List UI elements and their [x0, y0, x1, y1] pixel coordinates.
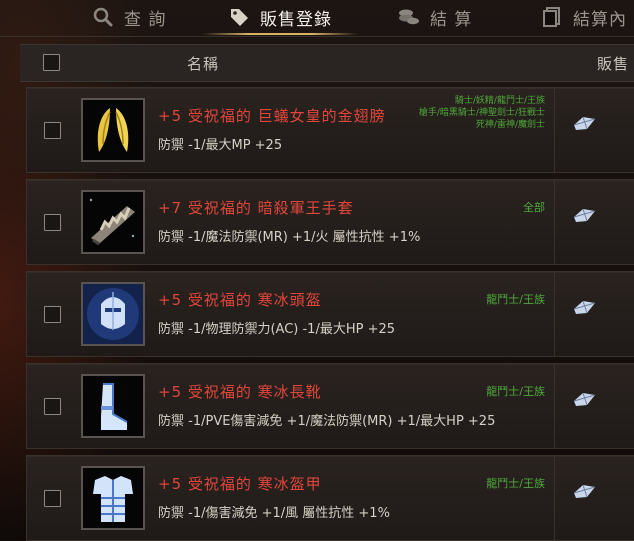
sell-crystal-icon[interactable] [571, 481, 597, 503]
item-class-restriction: 龍鬥士/王族 [486, 477, 545, 490]
column-divider [554, 456, 555, 540]
ice-boots-icon [101, 383, 128, 430]
column-divider [554, 88, 555, 172]
item-checkbox[interactable] [44, 214, 61, 231]
item-slot[interactable] [81, 98, 145, 162]
item-class-restriction: 騎士/妖精/龍鬥士/王族 槍手/暗黑騎士/神聖劍士/狂戰士 死神/雷神/魔劍士 [419, 95, 545, 131]
search-icon [93, 7, 113, 27]
sell-crystal-icon[interactable] [571, 389, 597, 411]
column-divider [554, 180, 555, 264]
item-checkbox[interactable] [44, 306, 61, 323]
class-line: 死神/雷神/魔劍士 [475, 120, 545, 130]
item-name: +5 受祝福的 寒冰頭盔 [158, 291, 322, 309]
class-line: 騎士/妖精/龍鬥士/王族 [454, 96, 545, 106]
item-checkbox[interactable] [44, 490, 61, 507]
item-class-restriction: 龍鬥士/王族 [486, 385, 545, 398]
item-slot[interactable] [81, 282, 145, 346]
price-tag-icon [231, 9, 248, 26]
tab-settle-content[interactable]: 結算內 [541, 0, 627, 34]
item-checkbox[interactable] [44, 398, 61, 415]
tab-sell-register-label: 販售登錄 [260, 9, 332, 30]
item-class-restriction: 全部 [523, 201, 545, 214]
item-slot[interactable] [81, 466, 145, 530]
list-header: 名稱 販售 [20, 44, 634, 82]
tab-search-label: 查 詢 [124, 9, 167, 30]
column-divider [554, 272, 555, 356]
column-header-sell: 販售 [597, 55, 630, 73]
item-slot[interactable] [81, 374, 145, 438]
tab-bar: 查 詢 販售登錄 結 算 結算內 [0, 0, 634, 38]
class-line: 槍手/暗黑騎士/神聖劍士/狂戰士 [418, 108, 545, 118]
item-name: +5 受祝福的 寒冰長靴 [158, 383, 322, 401]
item-checkbox[interactable] [44, 122, 61, 139]
active-tab-indicator [202, 33, 358, 35]
tab-search[interactable]: 查 詢 [92, 0, 166, 34]
item-name: +5 受祝福的 巨蟻女皇的金翅膀 [158, 107, 386, 125]
column-divider [554, 364, 555, 448]
item-stats: 防禦 -1/魔法防禦(MR) +1/火 屬性抗性 +1% [158, 230, 421, 245]
list-item[interactable]: +5 受祝福的 寒冰長靴 防禦 -1/PVE傷害減免 +1/魔法防禦(MR) +… [26, 363, 634, 449]
golden-wings-icon [97, 108, 129, 152]
tab-settle[interactable]: 結 算 [398, 0, 472, 34]
item-name: +5 受祝福的 寒冰盔甲 [158, 475, 322, 493]
document-icon [543, 7, 560, 27]
sell-crystal-icon[interactable] [571, 205, 597, 227]
item-stats: 防禦 -1/PVE傷害減免 +1/魔法防禦(MR) +1/最大HP +25 [158, 414, 496, 429]
tab-settle-content-label: 結算內 [573, 9, 627, 30]
item-stats: 防禦 -1/傷害減免 +1/風 屬性抗性 +1% [158, 506, 390, 521]
list-item[interactable]: +5 受祝福的 巨蟻女皇的金翅膀 防禦 -1/最大MP +25 騎士/妖精/龍鬥… [26, 87, 634, 173]
item-class-restriction: 龍鬥士/王族 [486, 293, 545, 306]
item-stats: 防禦 -1/最大MP +25 [158, 138, 283, 153]
tab-settle-label: 結 算 [430, 9, 473, 30]
list-item[interactable]: +5 受祝福的 寒冰頭盔 防禦 -1/物理防禦力(AC) -1/最大HP +25… [26, 271, 634, 357]
list-item[interactable]: +7 受祝福的 暗殺軍王手套 防禦 -1/魔法防禦(MR) +1/火 屬性抗性 … [26, 179, 634, 265]
coins-icon [399, 9, 419, 25]
sell-crystal-icon[interactable] [571, 297, 597, 319]
item-stats: 防禦 -1/物理防禦力(AC) -1/最大HP +25 [158, 322, 396, 337]
sell-crystal-icon[interactable] [571, 113, 597, 135]
list-item[interactable]: +5 受祝福的 寒冰盔甲 防禦 -1/傷害減免 +1/風 屬性抗性 +1% 龍鬥… [26, 455, 634, 541]
ice-helmet-icon [83, 284, 143, 344]
column-header-name: 名稱 [187, 55, 220, 73]
item-slot[interactable] [81, 190, 145, 254]
item-name: +7 受祝福的 暗殺軍王手套 [158, 199, 354, 217]
tab-sell-register[interactable]: 販售登錄 [228, 0, 332, 34]
assassin-gloves-icon [89, 198, 135, 246]
ice-armor-icon [93, 476, 133, 522]
select-all-checkbox[interactable] [43, 54, 60, 71]
tab-divider [0, 36, 634, 37]
